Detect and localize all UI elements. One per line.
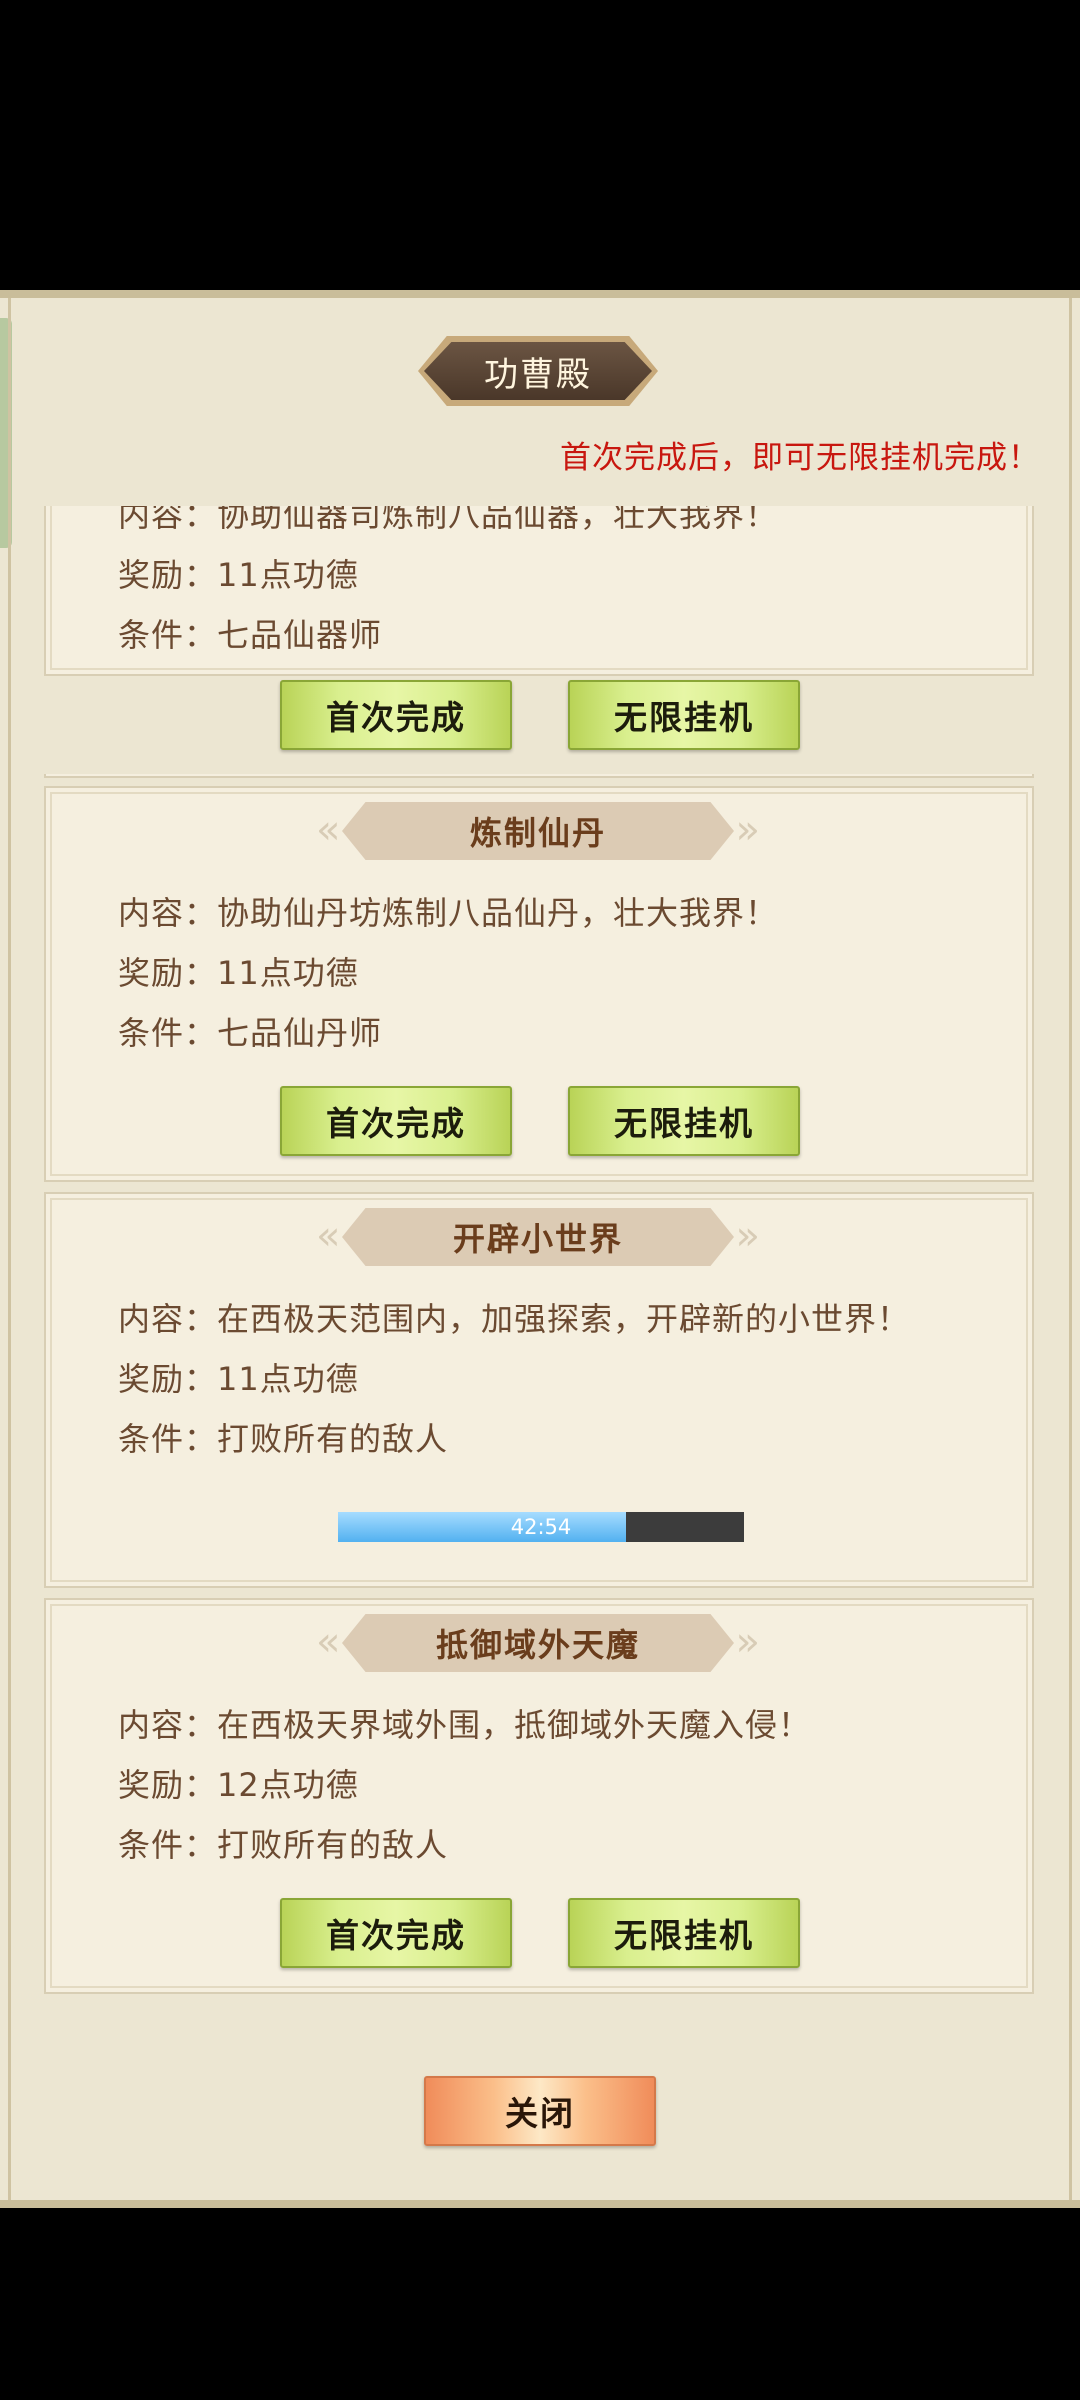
task-progress-bar: 42:54 (338, 1512, 744, 1542)
chevron-right-icon: » (735, 807, 760, 853)
hint-text: 首次完成后，即可无限挂机完成！ (560, 440, 1040, 476)
task-condition: 条件：打败所有的敌人 (118, 1826, 449, 1864)
task-content: 内容：协助仙器司炼制八品仙器，壮大我界！ (118, 506, 779, 534)
chevron-right-icon: » (735, 1213, 760, 1259)
first-complete-button[interactable]: 首次完成 (280, 1086, 512, 1156)
task-reward: 奖励：12点功德 (118, 1766, 359, 1804)
chevron-right-icon: » (735, 1619, 760, 1665)
task-card: « 抵御域外天魔 » 内容：在西极天界域外围，抵御域外天魔入侵！ 奖励：12点功… (44, 1598, 1034, 1994)
task-reward: 奖励：11点功德 (118, 954, 359, 992)
task-title: 炼制仙丹 (469, 814, 606, 852)
card-bottom-border (44, 774, 1034, 778)
task-list[interactable]: 内容：协助仙器司炼制八品仙器，壮大我界！ 奖励：11点功德 条件：七品仙器师 首… (44, 506, 1036, 2026)
task-card: « 开辟小世界 » 内容：在西极天范围内，加强探索，开辟新的小世界！ 奖励：11… (44, 1192, 1034, 1588)
chevron-left-icon: « (316, 807, 341, 853)
task-title-banner: « 抵御域外天魔 » (316, 1614, 760, 1672)
chevron-left-icon: « (316, 1619, 341, 1665)
task-content: 内容：在西极天范围内，加强探索，开辟新的小世界！ (118, 1300, 911, 1338)
task-content: 内容：在西极天界域外围，抵御域外天魔入侵！ (118, 1706, 812, 1744)
task-title-banner: « 炼制仙丹 » (316, 802, 760, 860)
task-title: 抵御域外天魔 (435, 1626, 640, 1664)
task-reward: 奖励：11点功德 (118, 556, 359, 594)
task-condition: 条件：打败所有的敌人 (118, 1420, 449, 1458)
idle-complete-button[interactable]: 无限挂机 (568, 680, 800, 750)
task-condition: 条件：七品仙丹师 (118, 1014, 383, 1052)
task-condition: 条件：七品仙器师 (118, 616, 383, 654)
task-card: « 炼制仙丹 » 内容：协助仙丹坊炼制八品仙丹，壮大我界！ 奖励：11点功德 条… (44, 786, 1034, 1182)
first-complete-button[interactable]: 首次完成 (280, 1898, 512, 1968)
close-button[interactable]: 关闭 (424, 2076, 656, 2146)
progress-timer: 42:54 (510, 1515, 572, 1539)
task-title-banner: « 开辟小世界 » (316, 1208, 760, 1266)
first-complete-button[interactable]: 首次完成 (280, 680, 512, 750)
task-reward: 奖励：11点功德 (118, 1360, 359, 1398)
task-content: 内容：协助仙丹坊炼制八品仙丹，壮大我界！ (118, 894, 779, 932)
dialog-title: 功曹殿 (484, 354, 592, 395)
chevron-left-icon: « (316, 1213, 341, 1259)
title-plaque: 功曹殿 (424, 342, 652, 400)
task-card: 内容：协助仙器司炼制八品仙器，壮大我界！ 奖励：11点功德 条件：七品仙器师 (44, 506, 1034, 676)
idle-complete-button[interactable]: 无限挂机 (568, 1898, 800, 1968)
task-title: 开辟小世界 (452, 1220, 623, 1258)
idle-complete-button[interactable]: 无限挂机 (568, 1086, 800, 1156)
